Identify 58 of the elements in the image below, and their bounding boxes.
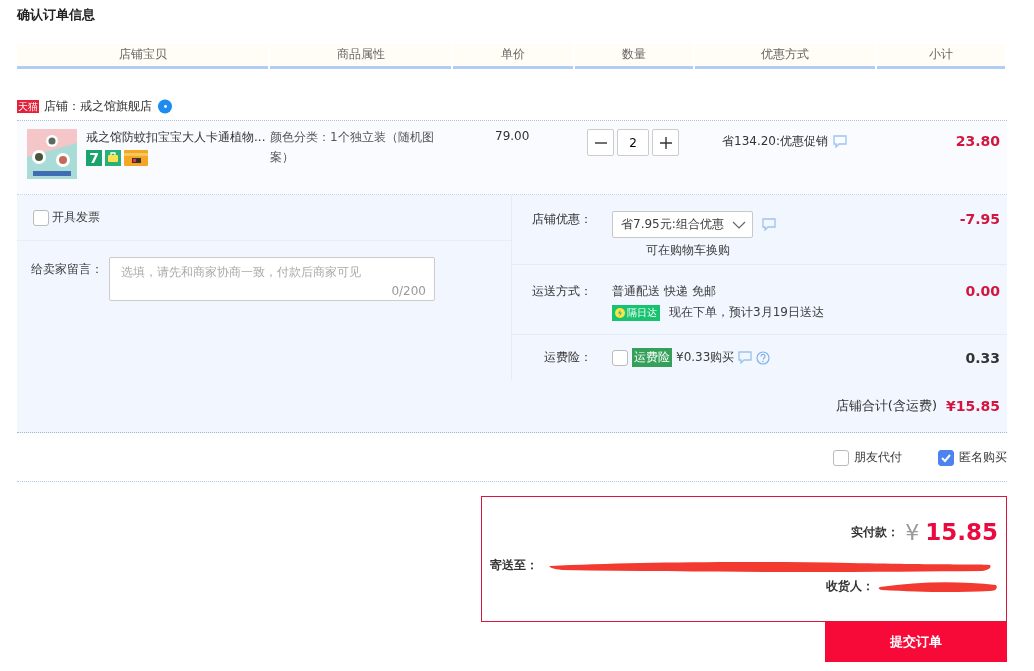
column-header: 优惠方式	[695, 44, 875, 69]
store-total-amount: ¥15.85	[945, 398, 1000, 414]
bag-icon	[105, 150, 121, 166]
insurance-amount: 0.33	[964, 349, 1000, 366]
help-icon	[756, 350, 771, 365]
store-name[interactable]: 店铺：戒之馆旗舰店	[44, 97, 152, 115]
quantity-field[interactable]: 2	[617, 129, 649, 156]
product-attributes: 颜色分类：1个独立装（随机图案）	[270, 129, 435, 166]
minus-icon	[593, 141, 608, 144]
character-counter: 0/200	[391, 284, 426, 298]
currency-symbol: ¥	[905, 519, 920, 545]
store-total-label: 店铺合计(含运费)	[835, 397, 937, 415]
promotion-text: 省134.20:优惠促销	[722, 132, 829, 150]
subtotal: 23.80	[954, 132, 1001, 151]
invoice-label: 开具发票	[52, 209, 100, 226]
message-label: 给卖家留言：	[31, 261, 103, 278]
paid-amount: 15.85	[925, 519, 998, 545]
unit-price: 79.00	[494, 129, 531, 145]
checkbox[interactable]	[938, 449, 954, 466]
column-header: 商品属性	[270, 44, 451, 69]
option-label: 朋友代付	[854, 449, 902, 466]
increase-button[interactable]	[652, 129, 679, 156]
chat-icon	[761, 218, 776, 231]
exchange-note: 可在购物车换购	[645, 242, 731, 259]
receiver-label: 收货人：	[826, 578, 874, 595]
caret-icon	[731, 220, 746, 229]
discount-dropdown[interactable]: 省7.95元:组合优惠	[612, 211, 753, 238]
insurance-label: 运费险：	[543, 349, 592, 366]
column-header: 店铺宝贝	[17, 44, 268, 69]
card-icon	[124, 150, 148, 166]
chat-icon	[833, 134, 848, 148]
lightning-icon	[615, 307, 625, 318]
return-badge: 7	[86, 150, 102, 166]
checkbox[interactable]	[612, 349, 628, 366]
ship-to-label: 寄送至：	[490, 557, 538, 574]
page-title: 确认订单信息	[17, 6, 96, 24]
insurance-tag: 运费险	[632, 348, 672, 367]
column-header: 数量	[575, 44, 693, 69]
shipping-method: 普通配送 快递 免邮	[612, 283, 717, 300]
decrease-button[interactable]	[587, 129, 614, 156]
store-badge: 天猫	[17, 99, 39, 113]
shipping-label: 运送方式：	[531, 283, 592, 300]
option-label: 匿名购买	[959, 449, 1007, 466]
submit-order-button[interactable]: 提交订单	[825, 622, 1007, 662]
plus-icon	[658, 135, 673, 150]
chat-icon	[738, 351, 753, 364]
checkbox[interactable]	[33, 209, 49, 226]
insurance-price: ¥0.33购买	[676, 349, 735, 366]
paid-label: 实付款：	[851, 523, 900, 541]
column-header: 单价	[453, 44, 573, 69]
discount-amount: -7.95	[958, 211, 1000, 227]
shipping-amount: 0.00	[964, 283, 1000, 299]
checkbox[interactable]	[833, 449, 849, 466]
discount-label: 店铺优惠：	[531, 211, 592, 228]
product-title[interactable]: 戒之馆防蚊扣宝宝大人卡通植物...	[86, 129, 266, 146]
delivery-estimate: 现在下单，预计3月19日送达	[669, 304, 824, 321]
column-header: 小计	[877, 44, 1005, 69]
badge-text: 隔日达	[627, 305, 657, 320]
